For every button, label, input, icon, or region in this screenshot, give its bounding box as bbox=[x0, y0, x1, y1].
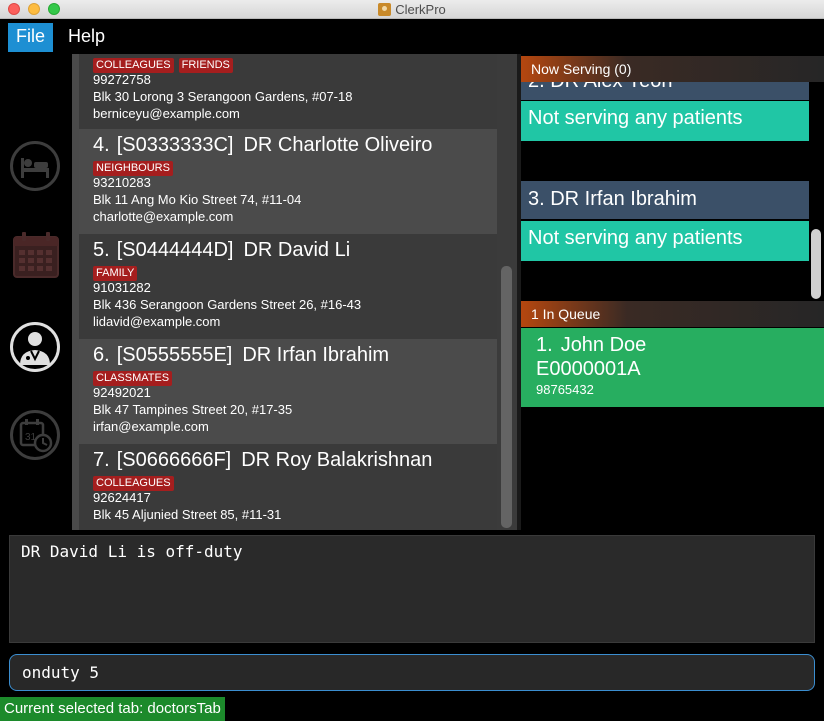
sidebar: 31 bbox=[0, 54, 72, 530]
doctor-email: lidavid@example.com bbox=[93, 314, 221, 329]
doctor-name: DR Charlotte Oliveiro bbox=[243, 134, 433, 156]
queue-header: 1 In Queue bbox=[521, 301, 824, 327]
window-title: ClerkPro bbox=[395, 2, 446, 17]
doctor-list-scrollbar-thumb[interactable] bbox=[501, 266, 512, 528]
patient-title: 1. John Doe bbox=[536, 333, 809, 357]
doctor-title: 5. [S0444444D] DR David Li bbox=[93, 234, 497, 262]
doctor-index: 6. bbox=[93, 344, 110, 366]
status-bar: Current selected tab: doctorsTab bbox=[0, 697, 824, 721]
tag-list: COLLEAGUES bbox=[93, 473, 497, 491]
doctor-nric: [S0555555E] bbox=[116, 344, 233, 366]
app-icon bbox=[378, 3, 392, 16]
bed-icon[interactable] bbox=[10, 141, 60, 191]
doctor-nric: [S0444444D] bbox=[116, 239, 234, 261]
doctor-title: 7. [S0666666F] DR Roy Balakrishnan bbox=[93, 444, 497, 472]
doctor-address: Blk 30 Lorong 3 Serangoon Gardens, #07-1… bbox=[93, 89, 353, 104]
doctor-card[interactable]: 5. [S0444444D] DR David Li FAMILY 91031282… bbox=[79, 234, 497, 339]
patient-nric: E0000001A bbox=[536, 358, 641, 380]
doctor-nric: [S0666666F] bbox=[116, 449, 232, 471]
doctor-card[interactable]: 7. [S0666666F] DR Roy Balakrishnan COLLEAG… bbox=[79, 444, 497, 530]
serving-scrollbar-thumb[interactable] bbox=[811, 229, 821, 299]
calendar-icon[interactable] bbox=[12, 231, 60, 279]
patient-name: John Doe bbox=[560, 334, 647, 356]
doctor-card[interactable]: 6. [S0555555E] DR Irfan Ibrahim CLASSMATES… bbox=[79, 339, 497, 444]
doctor-name: DR Irfan Ibrahim bbox=[242, 344, 390, 366]
doctor-card[interactable]: 4. [S0333333C] DR Charlotte Oliveiro NEIGH… bbox=[79, 129, 497, 234]
doctor-email: irfan@example.com bbox=[93, 419, 209, 434]
doctor-card[interactable]: COLLEAGUES FRIENDS 99272758 Blk 30 Lorong… bbox=[79, 54, 497, 129]
doctor-name: DR Roy Balakrishnan bbox=[241, 449, 433, 471]
doctor-address: Blk 47 Tampines Street 20, #17-35 bbox=[93, 402, 293, 417]
doctor-email: berniceyu@example.com bbox=[93, 106, 240, 121]
doctor-title: 6. [S0555555E] DR Irfan Ibrahim bbox=[93, 339, 497, 367]
doctor-name: DR David Li bbox=[243, 239, 351, 261]
window-title-wrap: ClerkPro bbox=[0, 2, 824, 17]
menu-help[interactable]: Help bbox=[60, 23, 113, 52]
tag-list: CLASSMATES bbox=[93, 368, 497, 386]
doctor-phone: 91031282 bbox=[93, 280, 151, 295]
doctor-phone: 92492021 bbox=[93, 385, 151, 400]
doctor-email: charlotte@example.com bbox=[93, 209, 234, 224]
tag-list: FAMILY bbox=[93, 263, 497, 281]
serving-panel: 2. DR Alex Yeoh Now Serving (0) Not serv… bbox=[521, 54, 824, 530]
patient-phone: 98765432 bbox=[536, 382, 594, 397]
status-text: Current selected tab: doctorsTab bbox=[0, 697, 225, 721]
list-left-border bbox=[72, 54, 79, 530]
doctor-address: Blk 11 Ang Mo Kio Street 74, #11-04 bbox=[93, 192, 302, 207]
patient-index: 1. bbox=[536, 334, 553, 356]
tag-list: NEIGHBOURS bbox=[93, 158, 497, 176]
result-display: DR David Li is off-duty bbox=[9, 535, 815, 643]
doctor-title: 4. [S0333333C] DR Charlotte Oliveiro bbox=[93, 129, 497, 157]
now-serving-header: Now Serving (0) bbox=[521, 56, 824, 82]
doctor-nric: [S0333333C] bbox=[116, 134, 234, 156]
doctor-phone: 92624417 bbox=[93, 490, 151, 505]
room-doctor-name: 3. DR Irfan Ibrahim bbox=[521, 181, 809, 219]
title-bar: ClerkPro bbox=[0, 0, 824, 19]
doctor-index: 4. bbox=[93, 134, 110, 156]
tag-badge: FRIENDS bbox=[178, 58, 233, 73]
queue-patient-card[interactable]: 1. John Doe E0000001A 98765432 bbox=[521, 328, 824, 407]
room-status: Not serving any patients bbox=[521, 101, 809, 141]
doctor-index: 7. bbox=[93, 449, 110, 471]
tag-list: COLLEAGUES FRIENDS bbox=[93, 55, 497, 73]
doctor-address: Blk 45 Aljunied Street 85, #11-31 bbox=[93, 507, 282, 522]
menu-file[interactable]: File bbox=[8, 23, 54, 52]
doctor-address: Blk 436 Serangoon Gardens Street 26, #16… bbox=[93, 297, 362, 312]
doctor-phone: 99272758 bbox=[93, 72, 151, 87]
doctor-icon[interactable] bbox=[10, 322, 60, 372]
appointment-icon[interactable]: 31 bbox=[10, 410, 60, 460]
doctor-index: 5. bbox=[93, 239, 110, 261]
room-status: Not serving any patients bbox=[521, 221, 809, 261]
doctor-phone: 93210283 bbox=[93, 175, 151, 190]
command-input[interactable] bbox=[9, 654, 815, 691]
menu-bar: File Help bbox=[0, 19, 824, 54]
